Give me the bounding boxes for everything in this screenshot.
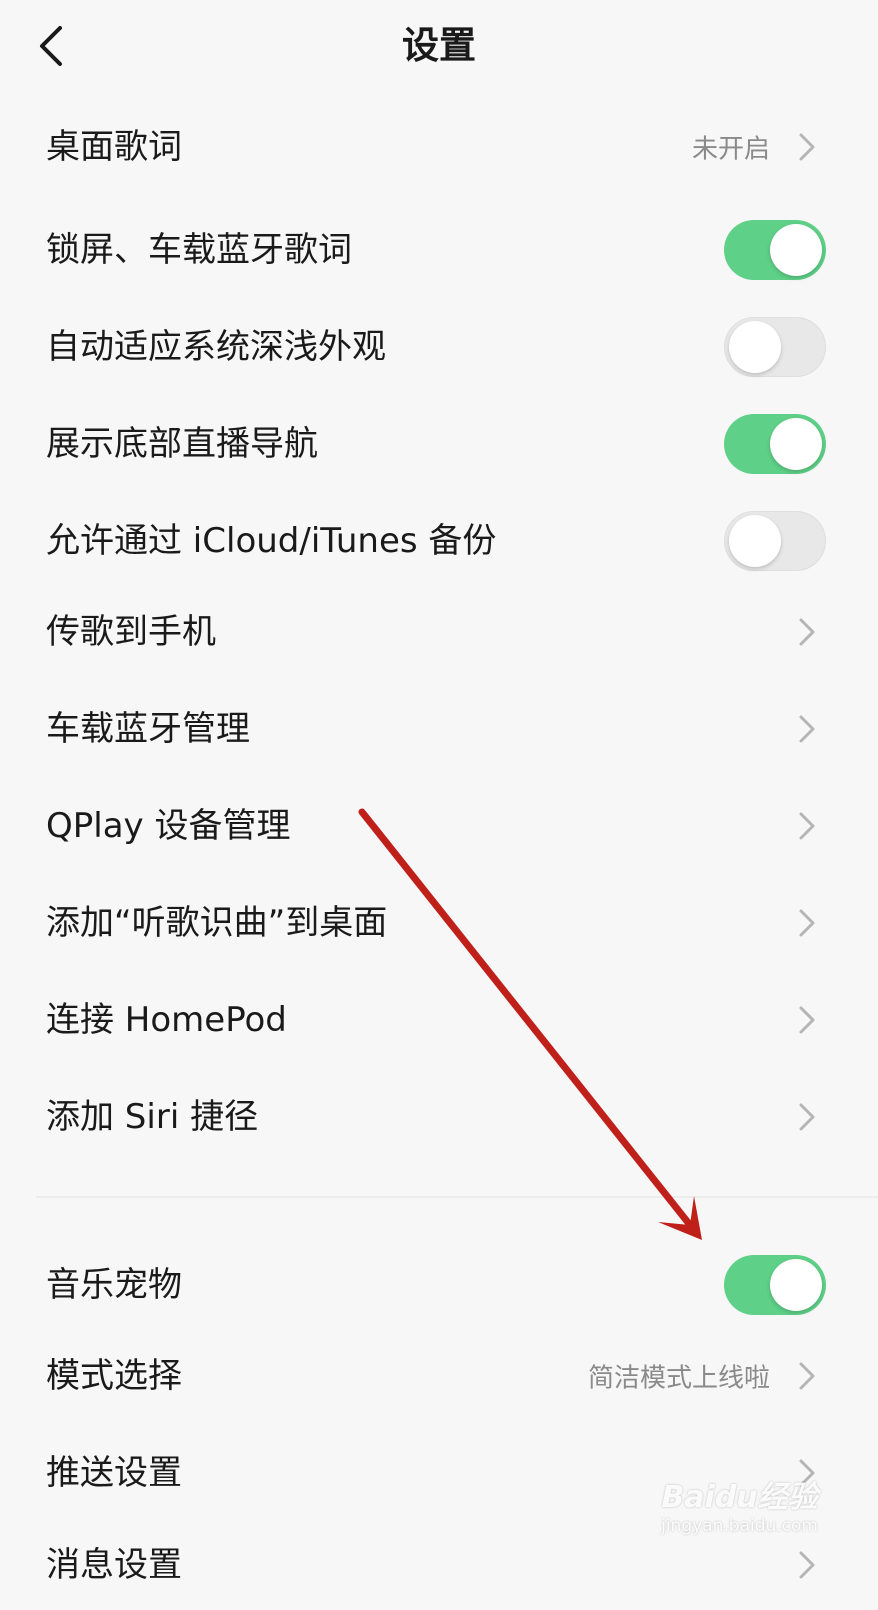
setting-row-music-pet: 音乐宠物 (0, 1240, 878, 1330)
toggle-knob (729, 321, 781, 373)
setting-row-lockscreen-lyrics: 锁屏、车载蓝牙歌词 (0, 205, 878, 295)
setting-label: 锁屏、车载蓝牙歌词 (46, 230, 352, 270)
setting-row-qplay[interactable]: QPlay 设备管理 (0, 781, 878, 871)
toggle-knob (770, 1259, 822, 1311)
setting-row-homepod[interactable]: 连接 HomePod (0, 975, 878, 1065)
setting-row-car-bluetooth[interactable]: 车载蓝牙管理 (0, 684, 878, 774)
setting-label: 音乐宠物 (46, 1265, 182, 1305)
setting-value: 简洁模式上线啦 (587, 1363, 770, 1394)
toggle-switch[interactable] (724, 511, 826, 571)
chevron-right-icon (799, 133, 815, 161)
chevron-right-icon (799, 618, 815, 646)
navigation-bar: 设置 (0, 0, 878, 95)
setting-label: 消息设置 (46, 1545, 182, 1585)
setting-label: 传歌到手机 (46, 612, 216, 652)
section-divider (36, 1196, 878, 1198)
chevron-right-icon (799, 1103, 815, 1131)
setting-row-live-navigation: 展示底部直播导航 (0, 399, 878, 489)
setting-label: 桌面歌词 (46, 127, 182, 167)
setting-label: 添加 Siri 捷径 (46, 1097, 259, 1137)
page-title: 设置 (402, 24, 476, 67)
setting-label: 自动适应系统深浅外观 (46, 327, 386, 367)
toggle-switch[interactable] (724, 220, 826, 280)
setting-row-transfer-songs[interactable]: 传歌到手机 (0, 587, 878, 677)
toggle-switch[interactable] (724, 414, 826, 474)
setting-row-icloud-backup: 允许通过 iCloud/iTunes 备份 (0, 496, 878, 586)
setting-row-mode-selection[interactable]: 模式选择 简洁模式上线啦 (0, 1331, 878, 1421)
chevron-right-icon (799, 1362, 815, 1390)
setting-row-message-settings[interactable]: 消息设置 (0, 1520, 878, 1610)
chevron-right-icon (799, 1006, 815, 1034)
setting-label: 允许通过 iCloud/iTunes 备份 (46, 521, 497, 561)
toggle-switch[interactable] (724, 1255, 826, 1315)
setting-label: 推送设置 (46, 1453, 182, 1493)
setting-row-desktop-lyrics[interactable]: 桌面歌词 未开启 (0, 102, 878, 192)
setting-value: 未开启 (691, 134, 770, 165)
setting-row-song-recognition[interactable]: 添加“听歌识曲”到桌面 (0, 878, 878, 968)
setting-label: 展示底部直播导航 (46, 424, 318, 464)
toggle-knob (729, 515, 781, 567)
setting-label: 添加“听歌识曲”到桌面 (46, 903, 388, 943)
setting-label: 连接 HomePod (46, 1000, 287, 1040)
setting-row-push-settings[interactable]: 推送设置 (0, 1428, 878, 1518)
toggle-switch[interactable] (724, 317, 826, 377)
chevron-right-icon (799, 909, 815, 937)
toggle-knob (770, 224, 822, 276)
setting-row-auto-appearance: 自动适应系统深浅外观 (0, 302, 878, 392)
chevron-right-icon (799, 1459, 815, 1487)
toggle-knob (770, 418, 822, 470)
chevron-right-icon (799, 715, 815, 743)
setting-label: 车载蓝牙管理 (46, 709, 250, 749)
chevron-right-icon (799, 812, 815, 840)
setting-row-siri-shortcut[interactable]: 添加 Siri 捷径 (0, 1072, 878, 1162)
setting-label: 模式选择 (46, 1356, 182, 1396)
chevron-right-icon (799, 1551, 815, 1579)
setting-label: QPlay 设备管理 (46, 806, 291, 846)
